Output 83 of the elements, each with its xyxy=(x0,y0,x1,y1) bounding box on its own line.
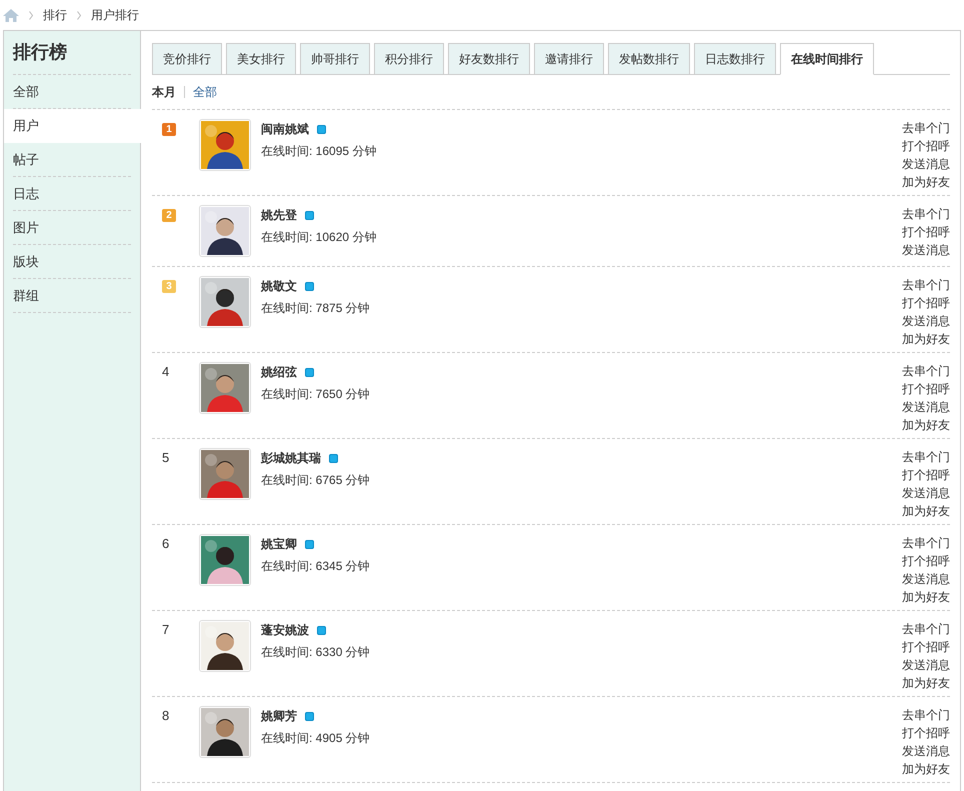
action-link[interactable]: 打个招呼 xyxy=(902,724,950,742)
filter-link[interactable]: 本月 xyxy=(152,83,176,101)
action-link[interactable]: 去串个门 xyxy=(902,534,950,552)
action-link[interactable]: 发送消息 xyxy=(902,484,950,502)
sidebar-title: 排行榜 xyxy=(13,41,67,64)
chevron-icon xyxy=(77,10,81,20)
tab[interactable]: 发帖数排行 xyxy=(608,43,690,74)
rank-number: 7 xyxy=(162,622,170,637)
online-time: 在线时间: 6330 分钟 xyxy=(261,644,371,661)
rank-number: 5 xyxy=(162,450,170,465)
user-name[interactable]: 彭城姚其瑞 xyxy=(261,449,321,467)
breadcrumb-link[interactable]: 用户排行 xyxy=(91,6,139,24)
action-link[interactable]: 加为好友 xyxy=(902,416,950,434)
tab[interactable]: 竞价排行 xyxy=(152,43,222,74)
user-name[interactable]: 姚宝卿 xyxy=(261,535,297,553)
sidebar-item[interactable]: 日志 xyxy=(13,177,131,211)
sidebar-item[interactable]: 用户 xyxy=(4,109,141,143)
action-link[interactable]: 加为好友 xyxy=(902,760,950,778)
action-link[interactable]: 发送消息 xyxy=(902,570,950,588)
tab[interactable]: 帅哥排行 xyxy=(300,43,370,74)
tab[interactable]: 好友数排行 xyxy=(448,43,530,74)
avatar-frame[interactable] xyxy=(199,276,251,328)
online-time: 在线时间: 6765 分钟 xyxy=(261,472,371,489)
online-time: 在线时间: 10620 分钟 xyxy=(261,229,378,246)
tab[interactable]: 邀请排行 xyxy=(534,43,604,74)
action-link[interactable]: 打个招呼 xyxy=(902,223,950,241)
action-link[interactable]: 发送消息 xyxy=(902,312,950,330)
avatar-frame[interactable] xyxy=(199,620,251,672)
rank-number: 8 xyxy=(162,708,170,723)
user-name[interactable]: 蓬安姚波 xyxy=(261,621,309,639)
sidebar-item[interactable]: 帖子 xyxy=(13,143,131,177)
sidebar-item[interactable]: 群组 xyxy=(13,279,131,313)
action-link[interactable]: 去串个门 xyxy=(902,362,950,380)
action-link[interactable]: 打个招呼 xyxy=(902,294,950,312)
action-link[interactable]: 加为好友 xyxy=(902,588,950,606)
action-link[interactable]: 发送消息 xyxy=(902,155,950,173)
action-link[interactable]: 去串个门 xyxy=(902,620,950,638)
user-name[interactable]: 姚敬文 xyxy=(261,277,297,295)
online-time: 在线时间: 6345 分钟 xyxy=(261,558,371,575)
user-name[interactable]: 姚卿芳 xyxy=(261,707,297,725)
action-link[interactable]: 去串个门 xyxy=(902,276,950,294)
action-link[interactable]: 去串个门 xyxy=(902,205,950,223)
rank-number: 6 xyxy=(162,536,170,551)
action-link[interactable]: 发送消息 xyxy=(902,742,950,760)
action-link[interactable]: 加为好友 xyxy=(902,674,950,692)
sidebar-item[interactable]: 图片 xyxy=(13,211,131,245)
rank-badge: 1 xyxy=(162,123,176,136)
action-link[interactable]: 去串个门 xyxy=(902,706,950,724)
action-link[interactable]: 去串个门 xyxy=(902,448,950,466)
action-link[interactable]: 发送消息 xyxy=(902,241,950,259)
online-time: 在线时间: 4905 分钟 xyxy=(261,730,371,747)
rank-number: 4 xyxy=(162,364,170,379)
action-link[interactable]: 发送消息 xyxy=(902,656,950,674)
online-time: 在线时间: 7875 分钟 xyxy=(261,300,371,317)
user-name[interactable]: 姚绍弦 xyxy=(261,363,297,381)
action-link[interactable]: 加为好友 xyxy=(902,173,950,191)
action-link[interactable]: 打个招呼 xyxy=(902,466,950,484)
chevron-icon xyxy=(29,10,33,20)
tab[interactable]: 在线时间排行 xyxy=(780,43,874,75)
action-link[interactable]: 去串个门 xyxy=(902,119,950,137)
action-link[interactable]: 打个招呼 xyxy=(902,137,950,155)
user-name[interactable]: 闽南姚斌 xyxy=(261,120,309,138)
action-link[interactable]: 打个招呼 xyxy=(902,380,950,398)
action-link[interactable]: 加为好友 xyxy=(902,330,950,348)
tab[interactable]: 美女排行 xyxy=(226,43,296,74)
online-time: 在线时间: 7650 分钟 xyxy=(261,386,371,403)
tab[interactable]: 积分排行 xyxy=(374,43,444,74)
rank-badge: 2 xyxy=(162,209,176,222)
avatar-frame[interactable] xyxy=(199,534,251,586)
rank-badge: 3 xyxy=(162,280,176,293)
avatar-frame[interactable] xyxy=(199,205,251,257)
breadcrumb-link[interactable]: 排行 xyxy=(43,6,67,24)
filter-link[interactable]: 全部 xyxy=(193,83,217,101)
avatar-frame[interactable] xyxy=(199,706,251,758)
action-link[interactable]: 发送消息 xyxy=(902,398,950,416)
sidebar-item[interactable]: 版块 xyxy=(13,245,131,279)
tab[interactable]: 日志数排行 xyxy=(694,43,776,74)
avatar-frame[interactable] xyxy=(199,119,251,171)
user-name[interactable]: 姚先登 xyxy=(261,206,297,224)
action-link[interactable]: 打个招呼 xyxy=(902,638,950,656)
online-time: 在线时间: 16095 分钟 xyxy=(261,143,378,160)
action-link[interactable]: 加为好友 xyxy=(902,502,950,520)
action-link[interactable]: 打个招呼 xyxy=(902,552,950,570)
